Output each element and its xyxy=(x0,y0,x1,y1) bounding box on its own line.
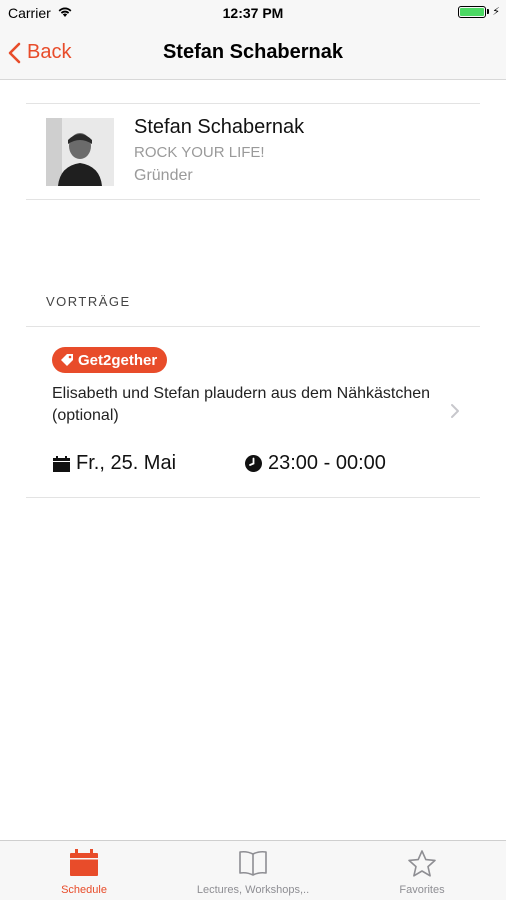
lecture-date: Fr., 25. Mai xyxy=(52,452,176,475)
speaker-organization: ROCK YOUR LIFE! xyxy=(134,144,265,161)
lecture-title: Elisabeth und Stefan plaudern aus dem Nä… xyxy=(52,385,431,424)
battery-indicator: ⚡ xyxy=(458,5,500,18)
divider xyxy=(26,199,480,200)
tab-favorites[interactable]: Favorites xyxy=(338,841,506,900)
chevron-right-icon xyxy=(451,404,459,418)
tag-icon xyxy=(61,354,73,366)
status-bar: Carrier 12:37 PM ⚡ xyxy=(0,0,506,26)
navigation-bar: Back Stefan Schabernak xyxy=(0,26,506,80)
app-screen: Carrier 12:37 PM ⚡ Back Stefan Schaberna… xyxy=(0,0,506,900)
battery-cap xyxy=(487,9,490,14)
battery-icon xyxy=(458,5,487,18)
lecture-cell[interactable]: Get2gether Elisabeth und Stefan plaudern… xyxy=(26,327,480,497)
tab-bar: Schedule Lectures, Workshops,.. Favorite… xyxy=(0,840,506,900)
speaker-name: Stefan Schabernak xyxy=(134,116,305,138)
speaker-role: Gründer xyxy=(134,167,193,184)
tab-lectures[interactable]: Lectures, Workshops,.. xyxy=(169,841,337,900)
tab-label: Lectures, Workshops,.. xyxy=(196,884,310,896)
clock-icon xyxy=(245,455,262,472)
battery-fill xyxy=(460,7,485,16)
speaker-profile: Stefan Schabernak ROCK YOUR LIFE! Gründe… xyxy=(26,104,480,200)
speaker-photo xyxy=(46,118,114,186)
tab-label: Favorites xyxy=(399,884,445,896)
date-label: Fr., 25. Mai xyxy=(76,452,177,474)
divider xyxy=(26,497,480,498)
star-icon xyxy=(408,850,436,877)
page-title: Stefan Schabernak xyxy=(162,41,344,63)
tag-label: Get2gether xyxy=(78,351,158,369)
calendar-icon xyxy=(70,849,98,876)
tab-schedule[interactable]: Schedule xyxy=(0,841,168,900)
section-header: VORTRÄGE xyxy=(46,294,131,309)
category-tag: Get2gether xyxy=(52,347,168,373)
charging-bolt-icon: ⚡ xyxy=(492,6,500,18)
lecture-time: 23:00 - 00:00 xyxy=(244,452,386,475)
calendar-icon xyxy=(53,455,70,472)
time-label: 23:00 - 00:00 xyxy=(268,452,386,474)
tab-label: Schedule xyxy=(61,884,107,896)
book-icon xyxy=(239,850,267,876)
status-time: 12:37 PM xyxy=(222,5,284,21)
